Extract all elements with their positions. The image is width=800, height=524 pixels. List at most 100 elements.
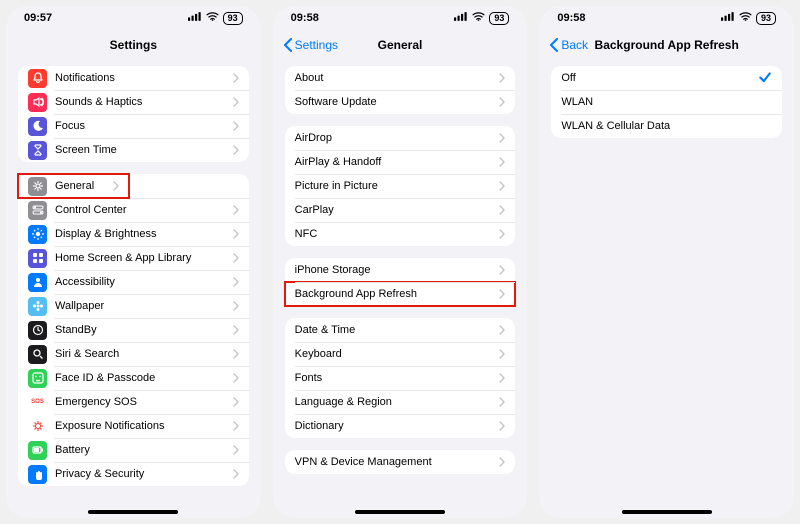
settings-group: Off WLAN WLAN & Cellular Data	[551, 66, 782, 138]
page-title: Background App Refresh	[595, 38, 739, 52]
row-label: Keyboard	[295, 348, 500, 360]
row-label: Dictionary	[295, 420, 500, 432]
signal-icon	[454, 12, 468, 24]
settings-row[interactable]: Keyboard	[285, 342, 516, 366]
settings-row[interactable]: Picture in Picture	[285, 174, 516, 198]
settings-row[interactable]: Focus	[18, 114, 249, 138]
settings-row[interactable]: WLAN	[551, 90, 782, 114]
moon-icon	[28, 117, 47, 136]
home-indicator[interactable]	[355, 510, 445, 514]
row-label: iPhone Storage	[295, 264, 500, 276]
chevron-right-icon	[233, 325, 239, 335]
settings-row[interactable]: Sounds & Haptics	[18, 90, 249, 114]
settings-row[interactable]: Accessibility	[18, 270, 249, 294]
settings-group: VPN & Device Management	[285, 450, 516, 474]
chevron-right-icon	[499, 205, 505, 215]
settings-row[interactable]: General	[18, 174, 129, 198]
chevron-right-icon	[499, 181, 505, 191]
row-label: Wallpaper	[55, 300, 233, 312]
chevron-right-icon	[233, 277, 239, 287]
chevron-right-icon	[233, 421, 239, 431]
status-time: 09:58	[291, 12, 319, 24]
back-button[interactable]: Settings	[283, 38, 338, 52]
settings-row[interactable]: StandBy	[18, 318, 249, 342]
home-indicator[interactable]	[622, 510, 712, 514]
home-indicator[interactable]	[88, 510, 178, 514]
row-label: Display & Brightness	[55, 228, 233, 240]
gear-icon	[28, 177, 47, 196]
settings-row[interactable]: Notifications	[18, 66, 249, 90]
settings-row[interactable]: Control Center	[18, 198, 249, 222]
chevron-right-icon	[499, 133, 505, 143]
chevron-right-icon	[499, 373, 505, 383]
settings-row[interactable]: Date & Time	[285, 318, 516, 342]
chevron-right-icon	[499, 157, 505, 167]
chevron-right-icon	[233, 469, 239, 479]
row-label: Notifications	[55, 72, 233, 84]
settings-row[interactable]: AirPlay & Handoff	[285, 150, 516, 174]
settings-row[interactable]: iPhone Storage	[285, 258, 516, 282]
settings-row[interactable]: Screen Time	[18, 138, 249, 162]
row-label: Battery	[55, 444, 233, 456]
settings-row[interactable]: Off	[551, 66, 782, 90]
settings-row[interactable]: Display & Brightness	[18, 222, 249, 246]
chevron-right-icon	[233, 121, 239, 131]
back-button[interactable]: Back	[549, 38, 588, 52]
settings-row[interactable]: VPN & Device Management	[285, 450, 516, 474]
settings-row[interactable]: Exposure Notifications	[18, 414, 249, 438]
chevron-right-icon	[113, 181, 119, 191]
settings-row[interactable]: Privacy & Security	[18, 462, 249, 486]
battery-indicator: 93	[489, 12, 509, 25]
settings-row[interactable]: Language & Region	[285, 390, 516, 414]
settings-group: Notifications Sounds & Haptics Focus Screen…	[18, 66, 249, 162]
chevron-right-icon	[499, 229, 505, 239]
settings-row[interactable]: Fonts	[285, 366, 516, 390]
row-label: Language & Region	[295, 396, 500, 408]
row-label: About	[295, 72, 500, 84]
row-label: AirPlay & Handoff	[295, 156, 500, 168]
row-label: Sounds & Haptics	[55, 96, 233, 108]
settings-row[interactable]: WLAN & Cellular Data	[551, 114, 782, 138]
row-label: NFC	[295, 228, 500, 240]
row-label: Off	[561, 72, 758, 84]
settings-row[interactable]: Battery	[18, 438, 249, 462]
settings-row[interactable]: SOSEmergency SOS	[18, 390, 249, 414]
battery-indicator: 93	[223, 12, 243, 25]
row-label: Focus	[55, 120, 233, 132]
battery-icon	[28, 441, 47, 460]
virus-icon	[28, 417, 47, 436]
chevron-right-icon	[233, 73, 239, 83]
settings-row[interactable]: Home Screen & App Library	[18, 246, 249, 270]
chevron-right-icon	[499, 325, 505, 335]
settings-row[interactable]: Siri & Search	[18, 342, 249, 366]
row-label: Background App Refresh	[295, 288, 500, 300]
chevron-right-icon	[499, 73, 505, 83]
settings-row[interactable]: About	[285, 66, 516, 90]
settings-row[interactable]: AirDrop	[285, 126, 516, 150]
settings-row[interactable]: NFC	[285, 222, 516, 246]
settings-group: About Software Update	[285, 66, 516, 114]
settings-row[interactable]: Dictionary	[285, 414, 516, 438]
settings-row[interactable]: Software Update	[285, 90, 516, 114]
settings-row[interactable]: Face ID & Passcode	[18, 366, 249, 390]
chevron-right-icon	[233, 349, 239, 359]
page-title: Settings	[110, 38, 157, 52]
person-icon	[28, 273, 47, 292]
speaker-icon	[28, 93, 47, 112]
chevron-right-icon	[499, 397, 505, 407]
chevron-right-icon	[233, 97, 239, 107]
checkmark-icon	[758, 70, 772, 87]
status-time: 09:58	[557, 12, 585, 24]
row-label: VPN & Device Management	[295, 456, 500, 468]
nav-bar: SettingsGeneral	[273, 30, 528, 60]
row-label: Privacy & Security	[55, 468, 233, 480]
settings-row[interactable]: Background App Refresh	[285, 282, 516, 306]
search-icon	[28, 345, 47, 364]
settings-row[interactable]: Wallpaper	[18, 294, 249, 318]
settings-group: iPhone Storage Background App Refresh	[285, 258, 516, 306]
chevron-right-icon	[233, 205, 239, 215]
switches-icon	[28, 201, 47, 220]
faceid-icon	[28, 369, 47, 388]
settings-row[interactable]: CarPlay	[285, 198, 516, 222]
row-label: WLAN	[561, 96, 772, 108]
